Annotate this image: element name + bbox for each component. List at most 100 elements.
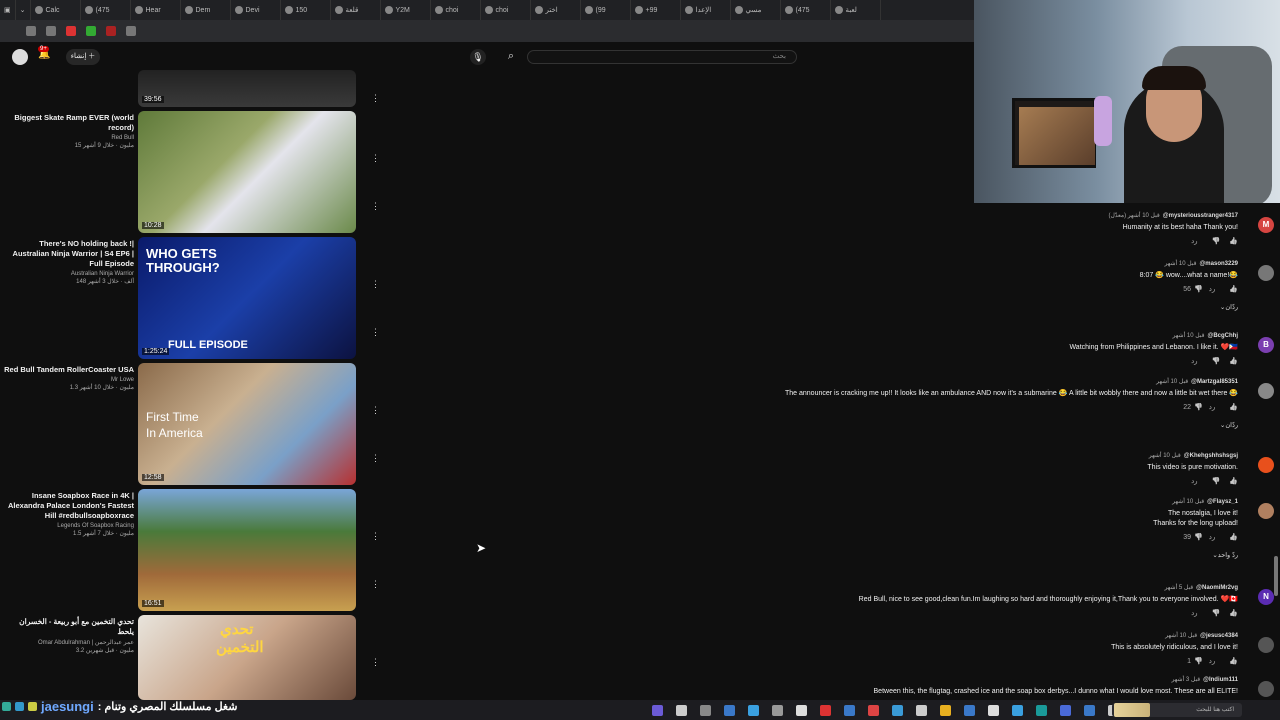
comment-author[interactable]: @jesusc4384 [1200, 633, 1238, 639]
comment-author[interactable]: @Flaysz_1 [1207, 499, 1238, 505]
channel-name[interactable]: Legends Of Soapbox Racing [4, 523, 134, 529]
dislike-icon[interactable]: 👎 [1212, 478, 1221, 485]
taskbar-app-icon[interactable] [940, 705, 951, 716]
more-options-icon[interactable]: ⋮ [371, 405, 380, 416]
avatar[interactable] [1258, 637, 1274, 653]
reply-button[interactable]: رد [1191, 610, 1198, 617]
taskbar-app-icon[interactable] [652, 705, 663, 716]
taskbar-app-icon[interactable] [988, 705, 999, 716]
taskbar-app-icon[interactable] [1084, 705, 1095, 716]
taskbar-app-icon[interactable] [700, 705, 711, 716]
comment-author[interactable]: @mysteriousstranger4317 [1163, 213, 1238, 219]
taskbar-app-icon[interactable] [868, 705, 879, 716]
browser-tab[interactable]: Devi [231, 0, 281, 20]
view-replies-button[interactable]: ⌄ردّان [1220, 421, 1238, 429]
browser-tab[interactable]: Y2M [381, 0, 431, 20]
search-icon[interactable]: ⌕ [503, 50, 519, 66]
like-icon[interactable]: 👍 [1229, 358, 1238, 365]
reload-icon[interactable] [26, 26, 36, 36]
browser-tab[interactable]: اختر [531, 0, 581, 20]
channel-name[interactable]: Australian Ninja Warrior [4, 271, 134, 277]
comment-author[interactable]: @BcgChhj [1207, 333, 1238, 339]
browser-tab[interactable]: لعبة [831, 0, 881, 20]
more-options-icon[interactable]: ⋮ [371, 531, 380, 542]
browser-tab[interactable]: +99 [631, 0, 681, 20]
avatar[interactable]: M [1258, 217, 1274, 233]
bookmark-icon[interactable] [126, 26, 136, 36]
more-options-icon[interactable]: ⋮ [371, 279, 380, 290]
dislike-icon[interactable]: 👎 [1194, 404, 1203, 411]
avatar[interactable]: N [1258, 589, 1274, 605]
extension-icon[interactable] [86, 26, 96, 36]
video-title[interactable]: تحدي التخمين مع أبو ربيعة - الخسران يلحط [4, 617, 134, 637]
avatar[interactable]: B [1258, 337, 1274, 353]
like-icon[interactable]: 👍 [1229, 404, 1238, 411]
taskbar-app-icon[interactable] [964, 705, 975, 716]
more-options-icon[interactable]: ⋮ [371, 201, 380, 212]
taskbar-app-icon[interactable] [844, 705, 855, 716]
channel-name[interactable]: Mr Lowe [4, 377, 134, 383]
video-title[interactable]: Red Bull Tandem RollerCoaster USA [4, 365, 134, 375]
browser-tab[interactable]: قلعة [331, 0, 381, 20]
taskbar-app-icon[interactable] [748, 705, 759, 716]
more-options-icon[interactable]: ⋮ [371, 579, 380, 590]
video-thumbnail[interactable]: 10:28 [138, 111, 356, 233]
comment-author[interactable]: @Indium111 [1203, 677, 1238, 683]
browser-tab[interactable]: (475 [81, 0, 131, 20]
like-icon[interactable]: 👍 [1229, 286, 1238, 293]
reply-button[interactable]: رد [1191, 358, 1198, 365]
taskbar-app-icon[interactable] [892, 705, 903, 716]
microphone-icon[interactable]: 🎙 [470, 49, 486, 65]
browser-tab[interactable]: (99 [581, 0, 631, 20]
like-icon[interactable]: 👍 [1229, 658, 1238, 665]
video-title[interactable]: Insane Soapbox Race in 4K | Alexandra Pa… [4, 491, 134, 521]
video-title[interactable]: There's NO holding back !| Australian Ni… [4, 239, 134, 269]
browser-tab[interactable]: 150 [281, 0, 331, 20]
video-thumbnail[interactable]: 16:51 [138, 489, 356, 611]
reply-button[interactable]: رد [1209, 658, 1216, 665]
extension-icon[interactable] [106, 26, 116, 36]
extension-icon[interactable] [66, 26, 76, 36]
comment-author[interactable]: @Martzgal85351 [1191, 379, 1238, 385]
taskbar-app-icon[interactable] [796, 705, 807, 716]
avatar[interactable] [1258, 383, 1274, 399]
reply-button[interactable]: رد [1191, 478, 1198, 485]
taskbar-app-icon[interactable] [1012, 705, 1023, 716]
channel-name[interactable]: Omar Abdulrahman | عمر عبدالرحمن [4, 639, 134, 646]
more-options-icon[interactable]: ⋮ [371, 327, 380, 338]
dislike-icon[interactable]: 👎 [1194, 286, 1203, 293]
dislike-icon[interactable]: 👎 [1212, 610, 1221, 617]
like-icon[interactable]: 👍 [1229, 238, 1238, 245]
taskbar-app-icon[interactable] [916, 705, 927, 716]
like-icon[interactable]: 👍 [1229, 478, 1238, 485]
dislike-icon[interactable]: 👎 [1212, 358, 1221, 365]
dislike-icon[interactable]: 👎 [1194, 534, 1203, 541]
create-button[interactable]: إنشاء ＋ [66, 49, 100, 65]
taskbar-app-icon[interactable] [1036, 705, 1047, 716]
browser-tab[interactable]: الإعدا [681, 0, 731, 20]
browser-tab[interactable]: (475 [781, 0, 831, 20]
taskbar-app-icon[interactable] [820, 705, 831, 716]
extension-icon[interactable] [46, 26, 56, 36]
video-thumbnail[interactable]: تحدي التخمين [138, 615, 356, 700]
browser-tab[interactable]: choi [481, 0, 531, 20]
taskbar-app-icon[interactable] [724, 705, 735, 716]
view-replies-button[interactable]: ⌄ردّان [1220, 303, 1238, 311]
more-options-icon[interactable]: ⋮ [371, 657, 380, 668]
comment-author[interactable]: @NaomiMr2vg [1196, 585, 1238, 591]
browser-tab[interactable]: Hear [131, 0, 181, 20]
more-options-icon[interactable]: ⋮ [371, 153, 380, 164]
scrollbar[interactable] [1274, 556, 1278, 596]
search-input[interactable]: بحث [527, 50, 797, 64]
avatar[interactable] [1258, 503, 1274, 519]
comment-author[interactable]: @Khehgshhshsgsj [1184, 453, 1238, 459]
video-thumbnail[interactable]: First Time In America 12:58 [138, 363, 356, 485]
comment-author[interactable]: @mason3229 [1199, 261, 1238, 267]
video-title[interactable]: Biggest Skate Ramp EVER (world record) [4, 113, 134, 133]
avatar[interactable] [1258, 681, 1274, 697]
video-thumbnail[interactable]: WHO GETS THROUGH? FULL EPISODE 1:25:24 [138, 237, 356, 359]
browser-tab[interactable]: مسي [731, 0, 781, 20]
like-icon[interactable]: 👍 [1229, 610, 1238, 617]
reply-button[interactable]: رد [1209, 534, 1216, 541]
browser-tab[interactable]: Calc [31, 0, 81, 20]
